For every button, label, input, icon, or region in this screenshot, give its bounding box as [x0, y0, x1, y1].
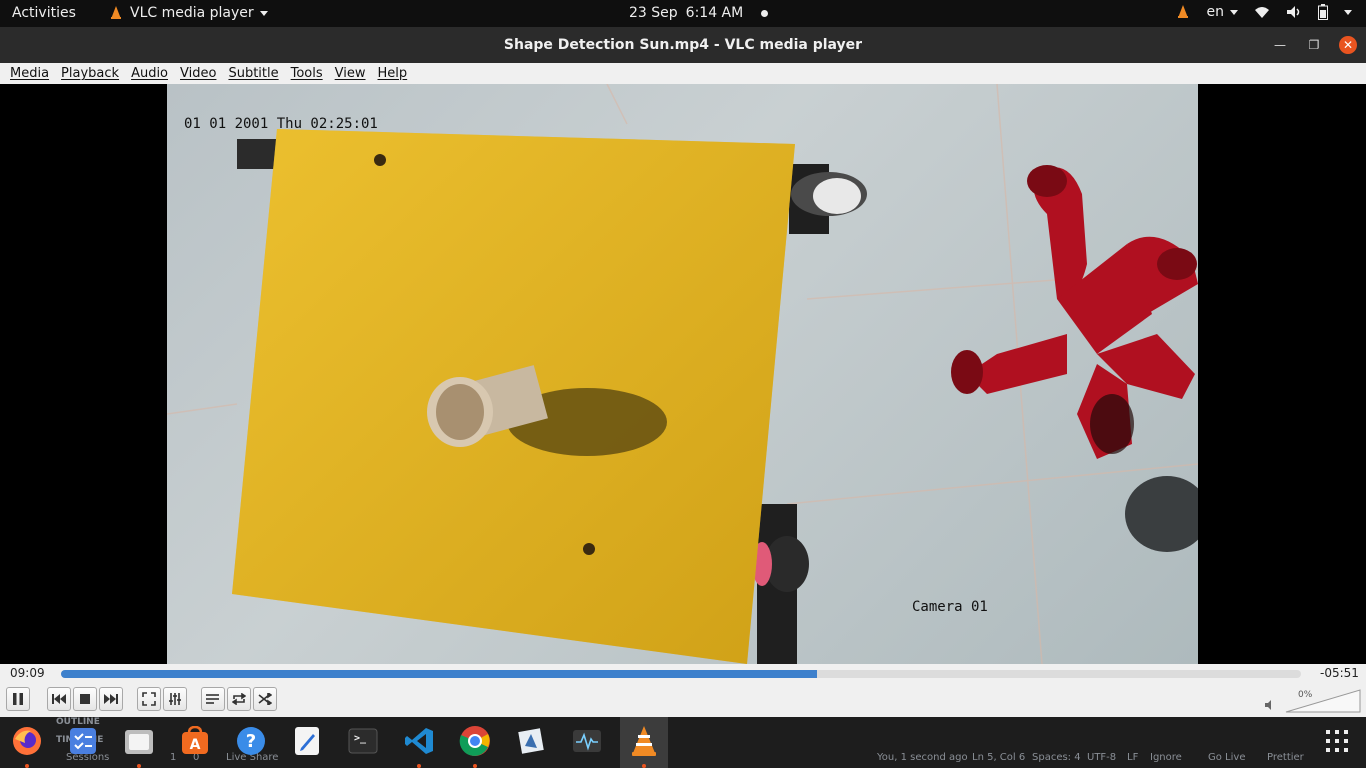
- camera-overlay: Camera 01: [912, 599, 988, 615]
- go-live-label: Go Live: [1208, 752, 1246, 763]
- todo-icon[interactable]: [66, 724, 100, 758]
- menu-video[interactable]: Video: [174, 66, 222, 81]
- seek-bar-progress: [61, 670, 818, 678]
- maximize-button[interactable]: ❐: [1305, 36, 1323, 54]
- chevron-down-icon: [259, 10, 268, 16]
- fullscreen-icon: [142, 692, 156, 706]
- running-indicator: [417, 764, 421, 768]
- app-menu[interactable]: VLC media player: [108, 5, 268, 21]
- speaker-muted-icon[interactable]: [1264, 699, 1276, 711]
- prettier-label: Prettier: [1267, 752, 1304, 763]
- loop-button[interactable]: [227, 687, 251, 711]
- elapsed-time[interactable]: 09:09: [10, 666, 45, 680]
- svg-text:A: A: [190, 737, 201, 753]
- menu-subtitle[interactable]: Subtitle: [222, 66, 284, 81]
- pause-icon: [13, 693, 23, 705]
- activities-button[interactable]: Activities: [12, 5, 76, 21]
- menu-help[interactable]: Help: [372, 66, 414, 81]
- skip-back-icon: [52, 694, 66, 704]
- indent-label: Spaces: 4: [1032, 752, 1081, 763]
- ignore-label: Ignore: [1150, 752, 1182, 763]
- chevron-down-icon: [1230, 9, 1238, 15]
- stop-button[interactable]: [73, 687, 97, 711]
- skip-forward-icon: [104, 694, 118, 704]
- close-button[interactable]: ✕: [1339, 36, 1357, 54]
- running-indicator: [137, 764, 141, 768]
- window-title-bar[interactable]: Shape Detection Sun.mp4 - VLC media play…: [0, 27, 1366, 63]
- next-button[interactable]: [99, 687, 123, 711]
- menu-view[interactable]: View: [329, 66, 372, 81]
- video-scene: [167, 84, 1198, 664]
- video-frame: 01 01 2001 Thu 02:25:01 Camera 01: [167, 84, 1198, 664]
- app-grid-icon[interactable]: [1320, 724, 1354, 758]
- vlc-tray-icon[interactable]: [1175, 4, 1191, 20]
- vscode-icon[interactable]: [402, 724, 436, 758]
- encoding-label: UTF-8: [1087, 752, 1117, 763]
- language-label: en: [1206, 4, 1225, 20]
- firefox-icon[interactable]: [10, 724, 44, 758]
- shuffle-icon: [258, 693, 272, 705]
- software-icon[interactable]: A: [178, 724, 212, 758]
- dock: OUTLINE TIMELINE Sessions 1 0 Live Share…: [0, 717, 1366, 768]
- shuffle-button[interactable]: [253, 687, 277, 711]
- chrome-icon[interactable]: [458, 724, 492, 758]
- menu-bar: Media Playback Audio Video Subtitle Tool…: [0, 63, 1366, 84]
- svg-text:>_: >_: [354, 733, 367, 744]
- volume-slider[interactable]: [1285, 689, 1361, 713]
- svg-text:?: ?: [246, 731, 256, 752]
- extended-settings-button[interactable]: [163, 687, 187, 711]
- vlc-dock-icon[interactable]: [627, 724, 661, 758]
- fullscreen-button[interactable]: [137, 687, 161, 711]
- files-icon[interactable]: [122, 724, 156, 758]
- help-icon[interactable]: ?: [234, 724, 268, 758]
- vlc-icon: [111, 6, 121, 19]
- chevron-down-icon: [1344, 9, 1352, 15]
- menu-playback[interactable]: Playback: [55, 66, 125, 81]
- screenshot-icon[interactable]: [514, 724, 548, 758]
- clock[interactable]: 23 Sep 6:14 AM: [629, 5, 769, 21]
- running-indicator: [25, 764, 29, 768]
- window-title: Shape Detection Sun.mp4 - VLC media play…: [503, 37, 863, 53]
- minimize-button[interactable]: —: [1271, 36, 1289, 54]
- running-indicator: [642, 764, 646, 768]
- seek-bar[interactable]: [61, 670, 1301, 678]
- pause-button[interactable]: [6, 687, 30, 711]
- previous-button[interactable]: [47, 687, 71, 711]
- text-editor-icon[interactable]: [290, 724, 324, 758]
- playlist-button[interactable]: [201, 687, 225, 711]
- git-blame-label: You, 1 second ago: [877, 752, 968, 763]
- wifi-icon: [1255, 7, 1269, 18]
- gnome-top-bar: Activities VLC media player 23 Sep 6:14 …: [0, 0, 1366, 27]
- eol-label: LF: [1127, 752, 1139, 763]
- clock-date: 23 Sep: [629, 5, 678, 21]
- timestamp-overlay: 01 01 2001 Thu 02:25:01: [184, 116, 378, 132]
- menu-audio[interactable]: Audio: [125, 66, 174, 81]
- seek-row: 09:09 -05:51: [0, 664, 1366, 684]
- loop-icon: [232, 693, 246, 705]
- speaker-icon: [1287, 6, 1300, 18]
- terminal-icon[interactable]: >_: [346, 724, 380, 758]
- battery-icon: [1318, 4, 1328, 20]
- cursor-position: Ln 5, Col 6: [972, 752, 1026, 763]
- error-count: 1: [170, 752, 177, 763]
- system-monitor-icon[interactable]: [570, 724, 604, 758]
- playlist-icon: [206, 694, 219, 704]
- menu-tools[interactable]: Tools: [285, 66, 329, 81]
- system-tray[interactable]: en: [1175, 4, 1352, 20]
- controls-row: 0%: [0, 684, 1366, 717]
- notification-dot-icon: [761, 9, 769, 17]
- remaining-time[interactable]: -05:51: [1320, 666, 1359, 680]
- app-menu-label: VLC media player: [130, 5, 254, 21]
- equalizer-icon: [169, 693, 181, 705]
- clock-time: 6:14 AM: [685, 5, 744, 21]
- running-indicator: [473, 764, 477, 768]
- stop-icon: [80, 694, 90, 704]
- language-selector[interactable]: en: [1206, 4, 1238, 20]
- menu-media[interactable]: Media: [4, 66, 55, 81]
- video-area[interactable]: 01 01 2001 Thu 02:25:01 Camera 01: [0, 84, 1366, 664]
